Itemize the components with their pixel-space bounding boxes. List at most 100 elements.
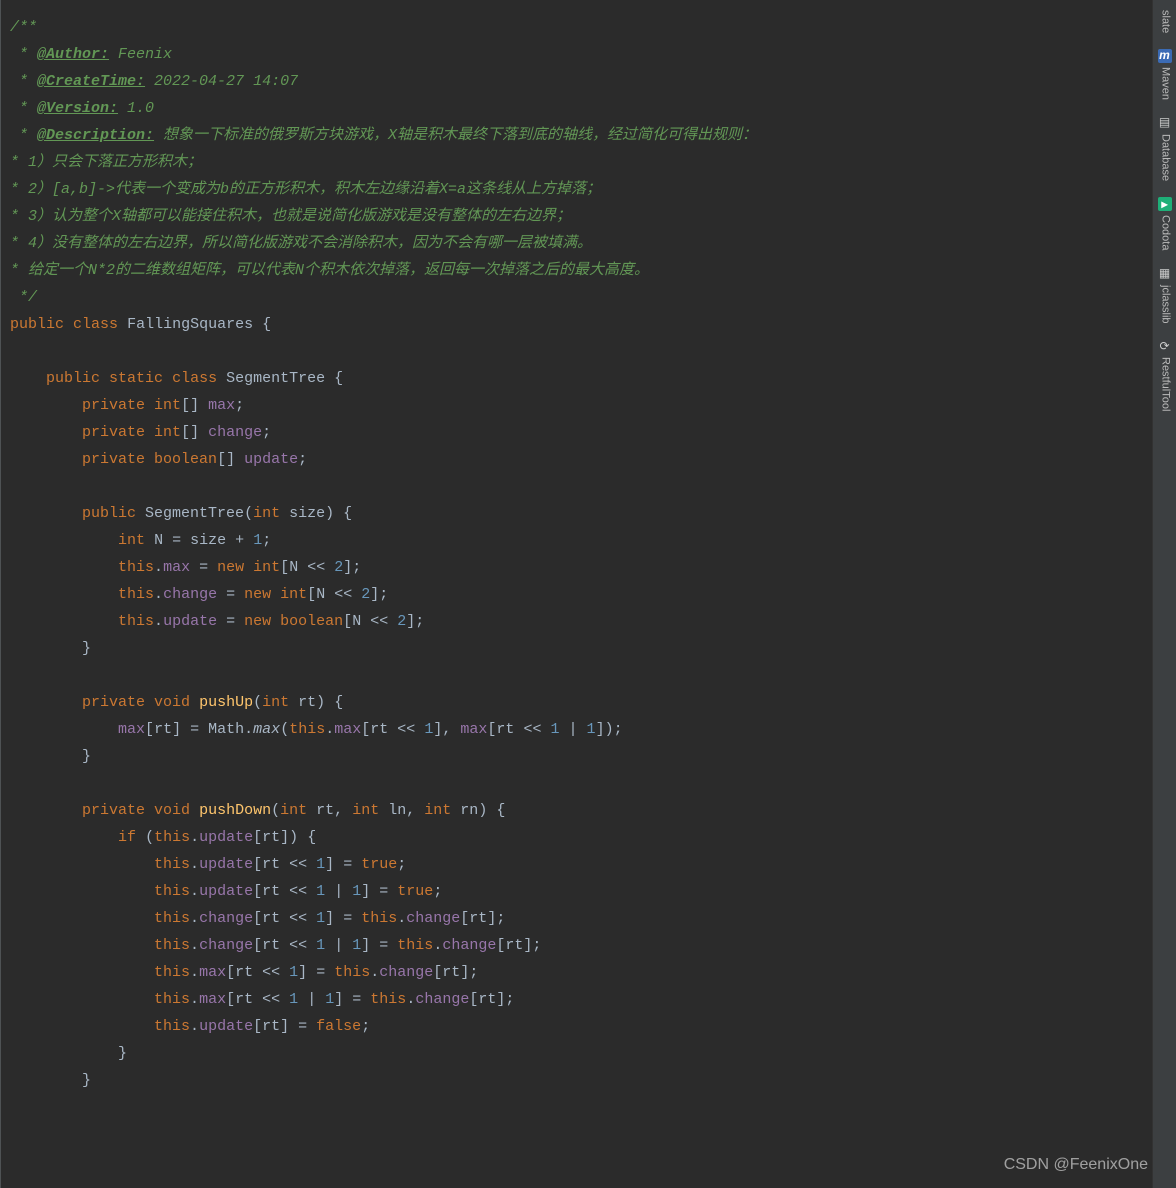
keyword-int: int: [262, 694, 289, 711]
semicolon: ;: [469, 964, 478, 981]
keyword-this: this: [154, 856, 190, 873]
dot: .: [190, 937, 199, 954]
field-change: change: [163, 586, 217, 603]
doc-description-line2: * 2）[a,b]->代表一个变成为b的正方形积木，积木左边缘沿着X=a这条线从…: [10, 181, 601, 198]
number-1: 1: [316, 883, 325, 900]
number-1: 1: [316, 910, 325, 927]
op-plus: +: [235, 532, 244, 549]
keyword-class: class: [172, 370, 217, 387]
op-shl: <<: [262, 991, 280, 1008]
dot: .: [190, 1018, 199, 1035]
keyword-void: void: [154, 694, 190, 711]
field-max: max: [199, 991, 226, 1008]
keyword-true: true: [397, 883, 433, 900]
field-update: update: [199, 829, 253, 846]
bracket-open: [: [343, 613, 352, 630]
keyword-public: public: [10, 316, 64, 333]
method-pushup: pushUp: [199, 694, 253, 711]
keyword-false: false: [316, 1018, 361, 1035]
dot: .: [190, 829, 199, 846]
keyword-this: this: [361, 910, 397, 927]
dot: .: [154, 586, 163, 603]
var-rt: rt: [262, 829, 280, 846]
brace-close: }: [82, 1072, 91, 1089]
number-1: 1: [253, 532, 262, 549]
var-rt: rt: [235, 964, 253, 981]
var-rt: rt: [262, 883, 280, 900]
tool-item-slate[interactable]: slate: [1153, 4, 1176, 39]
semicolon: ;: [496, 910, 505, 927]
brace-close: }: [82, 748, 91, 765]
field-max: max: [163, 559, 190, 576]
keyword-this: this: [370, 991, 406, 1008]
field-change: change: [379, 964, 433, 981]
keyword-public: public: [82, 505, 136, 522]
keyword-this: this: [289, 721, 325, 738]
dot: .: [190, 991, 199, 1008]
keyword-this: this: [154, 910, 190, 927]
bracket-open: [: [253, 883, 262, 900]
brace-open: {: [334, 370, 343, 387]
doc-tag-createtime: @CreateTime:: [37, 73, 145, 90]
code-editor[interactable]: /** * @Author: Feenix * @CreateTime: 202…: [0, 0, 1152, 1188]
number-2: 2: [397, 613, 406, 630]
tool-item-codota[interactable]: ▸ Codota: [1153, 191, 1176, 256]
paren-open: (: [271, 802, 280, 819]
tool-item-database[interactable]: ▤ Database: [1153, 110, 1176, 187]
field-max: max: [334, 721, 361, 738]
semicolon: ;: [614, 721, 623, 738]
number-1: 1: [352, 883, 361, 900]
bracket-close: ]: [298, 964, 307, 981]
keyword-void: void: [154, 802, 190, 819]
var-size: size: [190, 532, 226, 549]
field-update: update: [199, 883, 253, 900]
keyword-private: private: [82, 424, 145, 441]
doc-line: *: [10, 127, 37, 144]
tool-item-jclasslib[interactable]: ▦ jclasslib: [1153, 261, 1176, 330]
field-max: max: [460, 721, 487, 738]
keyword-new: new: [217, 559, 244, 576]
var-rt: rt: [442, 964, 460, 981]
keyword-private: private: [82, 694, 145, 711]
var-rt: rt: [262, 910, 280, 927]
semicolon: ;: [262, 532, 271, 549]
keyword-true: true: [361, 856, 397, 873]
tool-item-maven[interactable]: m Maven: [1153, 43, 1176, 106]
semicolon: ;: [298, 451, 307, 468]
paren-open: (: [145, 829, 154, 846]
var-n: N: [352, 613, 361, 630]
op-eq: =: [226, 613, 235, 630]
database-icon: ▤: [1158, 116, 1172, 130]
keyword-public: public: [46, 370, 100, 387]
tool-item-restfultool[interactable]: ⟳ RestfulTool: [1153, 333, 1176, 417]
keyword-int: int: [280, 586, 307, 603]
op-eq: =: [199, 559, 208, 576]
keyword-boolean: boolean: [154, 451, 217, 468]
brace-close: }: [82, 640, 91, 657]
field-change: change: [199, 910, 253, 927]
keyword-this: this: [118, 613, 154, 630]
method-pushdown: pushDown: [199, 802, 271, 819]
param-rt: rt: [298, 694, 316, 711]
bracket-close: ]: [596, 721, 605, 738]
keyword-private: private: [82, 451, 145, 468]
keyword-int: int: [253, 559, 280, 576]
op-shl: <<: [289, 937, 307, 954]
bracket-close: ]: [361, 937, 370, 954]
keyword-class: class: [73, 316, 118, 333]
doc-description-line0: 想象一下标准的俄罗斯方块游戏，X轴是积木最终下落到底的轴线，经过简化可得出规则：: [154, 127, 757, 144]
keyword-int: int: [253, 505, 280, 522]
field-update: update: [244, 451, 298, 468]
field-max: max: [208, 397, 235, 414]
var-rt: rt: [478, 991, 496, 1008]
keyword-this: this: [397, 937, 433, 954]
bracket-open: [: [253, 937, 262, 954]
keyword-this: this: [154, 991, 190, 1008]
brackets: []: [181, 397, 199, 414]
semicolon: ;: [397, 856, 406, 873]
var-rt: rt: [370, 721, 388, 738]
dot: .: [433, 937, 442, 954]
number-1: 1: [325, 991, 334, 1008]
bracket-close: ]: [172, 721, 181, 738]
bracket-open: [: [226, 964, 235, 981]
